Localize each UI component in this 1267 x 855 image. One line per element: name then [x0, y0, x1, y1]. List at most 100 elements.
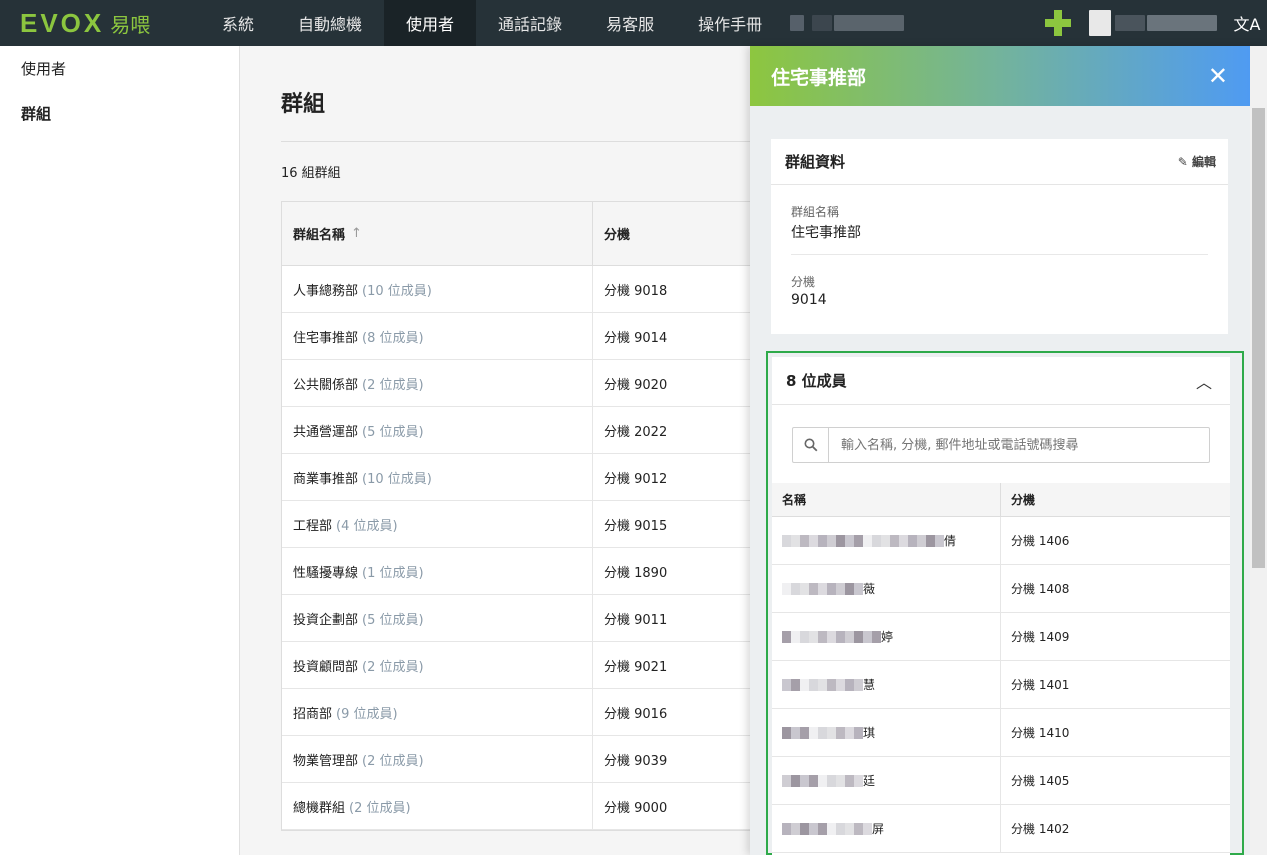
member-name-visible-char: 廷	[863, 774, 876, 788]
member-row[interactable]: 慧 分機 1401	[772, 661, 1230, 709]
group-extension-value: 9014	[791, 292, 827, 308]
group-name-cell: 物業管理部 (2 位成員)	[282, 736, 593, 782]
redacted-name	[782, 630, 881, 643]
page-title: 群組	[281, 92, 326, 117]
group-name: 共通營運部	[293, 424, 359, 440]
panel-header: 住宅事推部 ✕	[750, 46, 1250, 106]
redacted-name	[782, 678, 863, 691]
group-name-cell: 工程部 (4 位成員)	[282, 501, 593, 547]
member-name-cell: 屏	[772, 805, 1001, 852]
members-table: 名稱 分機 倩分機 1406 薇分機 1408 婷分機 1409 慧分機 1401 琪分…	[772, 483, 1230, 853]
member-row[interactable]: 屏 分機 1402	[772, 805, 1230, 853]
members-header[interactable]: 8 位成員 ︿	[772, 357, 1230, 405]
group-name: 人事總務部	[293, 283, 359, 299]
group-name-value: 住宅事推部	[791, 225, 861, 241]
panel-scrollbar[interactable]	[1250, 46, 1267, 855]
group-info-title: 群組資料	[785, 153, 846, 171]
member-row[interactable]: 廷 分機 1405	[772, 757, 1230, 805]
redacted-name	[782, 774, 863, 787]
member-row[interactable]: 婷 分機 1409	[772, 613, 1230, 661]
top-navbar: EVOX 易喂 系統 自動總機 使用者 通話記錄 易客服 操作手冊 文A	[0, 0, 1267, 46]
group-member-count: (2 位成員)	[349, 800, 411, 816]
sidebar-item-groups[interactable]: 群組	[0, 91, 239, 136]
search-icon	[793, 428, 829, 462]
group-name-cell: 商業事推部 (10 位成員)	[282, 454, 593, 500]
group-name: 物業管理部	[293, 753, 359, 769]
group-name: 投資企劃部	[293, 612, 359, 628]
field-divider	[791, 254, 1208, 255]
group-member-count: (5 位成員)	[362, 612, 424, 628]
close-icon[interactable]: ✕	[1208, 62, 1228, 90]
member-name-cell: 薇	[772, 565, 1001, 612]
redacted-name	[782, 534, 944, 547]
members-count-title: 8 位成員	[786, 372, 847, 390]
nav-item-call-records[interactable]: 通話記錄	[476, 0, 584, 46]
member-name-cell: 廷	[772, 757, 1001, 804]
sidebar: 使用者 群組	[0, 46, 240, 855]
member-extension-cell: 分機 1401	[1011, 678, 1070, 692]
member-name-cell: 琪	[772, 709, 1001, 756]
group-member-count: (4 位成員)	[336, 518, 398, 534]
edit-button[interactable]: ✎ 編輯	[1178, 153, 1216, 170]
members-card: 8 位成員 ︿ 名稱 分機 倩分機 1406薇分機 1408婷分機 1409慧分…	[766, 351, 1244, 855]
member-row[interactable]: 薇 分機 1408	[772, 565, 1230, 613]
member-extension-cell: 分機 1405	[1011, 774, 1070, 788]
member-name-cell: 慧	[772, 661, 1001, 708]
member-name-cell: 婷	[772, 613, 1001, 660]
nav-item-manual[interactable]: 操作手冊	[676, 0, 784, 46]
nav-item-customer-service[interactable]: 易客服	[584, 0, 676, 46]
add-icon[interactable]	[1045, 10, 1071, 36]
redacted-name	[782, 726, 863, 739]
group-name: 招商部	[293, 706, 333, 722]
members-table-header: 名稱 分機	[772, 483, 1230, 517]
group-name-cell: 總機群組 (2 位成員)	[282, 783, 593, 829]
group-name: 性騷擾專線	[293, 565, 359, 581]
group-name-cell: 招商部 (9 位成員)	[282, 689, 593, 735]
group-extension-label: 分機	[791, 275, 816, 289]
group-name-cell: 公共關係部 (2 位成員)	[282, 360, 593, 406]
sort-ascending-icon[interactable]: ↑	[351, 226, 362, 241]
member-name-cell: 倩	[772, 517, 1001, 564]
group-count: 16 組群組	[281, 166, 341, 181]
column-header-member-name[interactable]: 名稱	[772, 483, 1001, 516]
logo-text: EVOX	[20, 7, 105, 38]
member-row[interactable]: 琪 分機 1410	[772, 709, 1230, 757]
chevron-up-icon[interactable]: ︿	[1196, 369, 1212, 393]
member-name-visible-char: 慧	[863, 678, 876, 692]
logo-chinese-text: 易喂	[110, 12, 151, 37]
group-name: 公共關係部	[293, 377, 359, 393]
column-header-member-extension[interactable]: 分機	[1001, 483, 1230, 516]
member-name-visible-char: 屏	[872, 822, 885, 836]
column-header-name[interactable]: 群組名稱 ↑	[282, 202, 593, 265]
group-name: 住宅事推部	[293, 330, 359, 346]
group-name: 總機群組	[293, 800, 346, 816]
group-name: 工程部	[293, 518, 333, 534]
member-row[interactable]: 倩 分機 1406	[772, 517, 1230, 565]
member-search-input[interactable]	[829, 437, 1209, 453]
group-name-cell: 共通營運部 (5 位成員)	[282, 407, 593, 453]
member-search-box	[792, 427, 1210, 463]
translate-icon[interactable]: 文A	[1227, 11, 1267, 35]
scrollbar-thumb[interactable]	[1252, 108, 1265, 568]
group-member-count: (5 位成員)	[362, 424, 424, 440]
redacted-user-info[interactable]	[1089, 10, 1217, 36]
group-info-card: 群組資料 ✎ 編輯 群組名稱 住宅事推部 分機 9014	[771, 139, 1228, 334]
member-name-visible-char: 婷	[881, 630, 894, 644]
nav-item-auto-attendant[interactable]: 自動總機	[276, 0, 384, 46]
group-name: 投資顧問部	[293, 659, 359, 675]
group-member-count: (8 位成員)	[362, 330, 424, 346]
group-name-cell: 性騷擾專線 (1 位成員)	[282, 548, 593, 594]
member-extension-cell: 分機 1406	[1011, 534, 1070, 548]
nav-item-system[interactable]: 系統	[200, 0, 276, 46]
nav-item-users[interactable]: 使用者	[384, 0, 477, 46]
group-member-count: (2 位成員)	[362, 377, 424, 393]
sidebar-item-users[interactable]: 使用者	[0, 46, 239, 91]
app-logo[interactable]: EVOX 易喂	[0, 0, 200, 46]
redacted-name	[782, 582, 863, 595]
group-name: 商業事推部	[293, 471, 359, 487]
member-name-visible-char: 倩	[944, 534, 957, 548]
redacted-name	[782, 822, 872, 835]
group-member-count: (9 位成員)	[336, 706, 398, 722]
group-member-count: (1 位成員)	[362, 565, 424, 581]
member-extension-cell: 分機 1408	[1011, 582, 1070, 596]
